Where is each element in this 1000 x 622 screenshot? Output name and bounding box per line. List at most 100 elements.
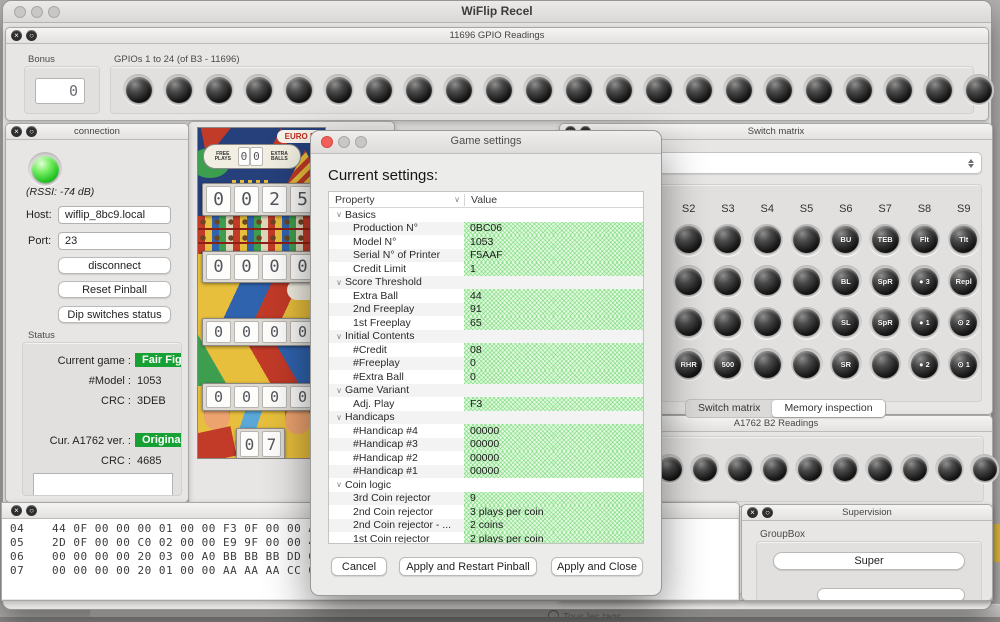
settings-item-row[interactable]: #Handicap #400000 xyxy=(329,424,643,438)
switch-button[interactable]: SR xyxy=(832,351,859,378)
close-icon[interactable]: × xyxy=(11,505,22,516)
value-cell[interactable]: 44 xyxy=(464,289,643,303)
disconnect-button[interactable]: disconnect xyxy=(58,257,171,274)
value-cell[interactable]: 0 xyxy=(464,370,643,384)
switch-button[interactable]: SpR xyxy=(872,268,899,295)
switch-button[interactable]: RHR xyxy=(675,351,702,378)
switch-button[interactable]: ● 2 xyxy=(911,351,938,378)
value-cell[interactable]: 0 xyxy=(464,357,643,371)
switch-button[interactable] xyxy=(754,309,781,336)
reset-pinball-button[interactable]: Reset Pinball xyxy=(58,281,171,298)
switch-button[interactable] xyxy=(872,351,899,378)
switch-button[interactable]: Flt xyxy=(911,226,938,253)
partial-button[interactable] xyxy=(817,588,965,601)
value-cell[interactable]: 08 xyxy=(464,343,643,357)
switch-button[interactable]: Repl xyxy=(950,268,977,295)
switch-button[interactable]: ⊙ 1 xyxy=(950,351,977,378)
switch-button[interactable]: BU xyxy=(832,226,859,253)
switch-button[interactable]: ● 1 xyxy=(911,309,938,336)
port-input[interactable]: 23 xyxy=(58,232,171,250)
settings-group-row[interactable]: ∨Game Variant xyxy=(329,384,643,398)
settings-group-row[interactable]: ∨Coin logic xyxy=(329,478,643,492)
value-cell[interactable]: F3 xyxy=(464,397,643,411)
host-input[interactable]: wiflip_8bc9.local xyxy=(58,206,171,224)
switch-button[interactable]: Tlt xyxy=(950,226,977,253)
switch-button[interactable]: 500 xyxy=(714,351,741,378)
settings-group-row[interactable]: ∨Basics xyxy=(329,208,643,222)
value-cell[interactable]: 65 xyxy=(464,316,643,330)
value-cell[interactable]: 00000 xyxy=(464,465,643,479)
switch-button[interactable] xyxy=(793,268,820,295)
value-cell[interactable]: 91 xyxy=(464,303,643,317)
group-collapse-chevron-icon[interactable]: ∨ xyxy=(333,332,345,341)
settings-item-row[interactable]: #Credit08 xyxy=(329,343,643,357)
value-cell[interactable]: 00000 xyxy=(464,451,643,465)
settings-item-row[interactable]: #Handicap #200000 xyxy=(329,451,643,465)
value-cell[interactable]: 2 coins xyxy=(464,519,643,533)
settings-item-row[interactable]: Serial N° of PrinterF5AAF xyxy=(329,249,643,263)
settings-item-row[interactable]: 2nd Coin rejector3 plays per coin xyxy=(329,505,643,519)
switch-button[interactable] xyxy=(714,268,741,295)
switch-button[interactable] xyxy=(793,309,820,336)
value-cell[interactable]: 2 plays per coin xyxy=(464,532,643,544)
settings-item-row[interactable]: 2nd Freeplay91 xyxy=(329,303,643,317)
tab-memory-inspection[interactable]: Memory inspection xyxy=(772,400,884,417)
switch-button[interactable]: SL xyxy=(832,309,859,336)
value-cell[interactable]: 1053 xyxy=(464,235,643,249)
supervision-titlebar[interactable]: × ○ Supervision xyxy=(742,505,992,521)
switch-button[interactable] xyxy=(754,226,781,253)
minimize-icon[interactable]: ○ xyxy=(26,505,37,516)
settings-item-row[interactable]: #Extra Ball0 xyxy=(329,370,643,384)
switch-button[interactable] xyxy=(793,226,820,253)
dialog-titlebar[interactable]: Game settings xyxy=(311,131,661,154)
value-cell[interactable]: 1 xyxy=(464,262,643,276)
switch-button[interactable] xyxy=(793,351,820,378)
main-titlebar[interactable]: WiFlip Recel xyxy=(3,1,991,23)
switch-button[interactable]: TEB xyxy=(872,226,899,253)
group-collapse-chevron-icon[interactable]: ∨ xyxy=(333,480,345,489)
status-textbox[interactable] xyxy=(33,473,173,496)
switch-button[interactable] xyxy=(675,268,702,295)
switch-button[interactable]: SpR xyxy=(872,309,899,336)
settings-item-row[interactable]: 1st Freeplay65 xyxy=(329,316,643,330)
switch-button[interactable] xyxy=(714,309,741,336)
settings-item-row[interactable]: 2nd Coin rejector - ...2 coins xyxy=(329,519,643,533)
cancel-button[interactable]: Cancel xyxy=(331,557,387,576)
value-cell[interactable]: 00000 xyxy=(464,438,643,452)
value-cell[interactable]: 9 xyxy=(464,492,643,506)
value-column-header[interactable]: Value xyxy=(465,194,643,206)
settings-item-row[interactable]: Credit Limit1 xyxy=(329,262,643,276)
value-cell[interactable]: 3 plays per coin xyxy=(464,505,643,519)
switch-button[interactable] xyxy=(754,351,781,378)
settings-group-row[interactable]: ∨Score Threshold xyxy=(329,276,643,290)
settings-item-row[interactable]: Production N°0BC06 xyxy=(329,222,643,236)
dip-switches-button[interactable]: Dip switches status xyxy=(58,306,171,323)
settings-item-row[interactable]: #Handicap #100000 xyxy=(329,465,643,479)
settings-group-row[interactable]: ∨Initial Contents xyxy=(329,330,643,344)
group-collapse-chevron-icon[interactable]: ∨ xyxy=(333,413,345,422)
switch-button[interactable] xyxy=(675,309,702,336)
apply-close-button[interactable]: Apply and Close xyxy=(551,557,643,576)
group-collapse-chevron-icon[interactable]: ∨ xyxy=(333,278,345,287)
settings-item-row[interactable]: Adj. PlayF3 xyxy=(329,397,643,411)
settings-group-row[interactable]: ∨Handicaps xyxy=(329,411,643,425)
tab-switch-matrix[interactable]: Switch matrix xyxy=(686,400,772,417)
value-cell[interactable]: F5AAF xyxy=(464,249,643,263)
property-column-header[interactable]: Property∨ xyxy=(329,194,465,206)
switch-button[interactable] xyxy=(675,226,702,253)
settings-item-row[interactable]: 3rd Coin rejector9 xyxy=(329,492,643,506)
switch-button[interactable]: ● 3 xyxy=(911,268,938,295)
switch-button[interactable]: BL xyxy=(832,268,859,295)
group-collapse-chevron-icon[interactable]: ∨ xyxy=(333,210,345,219)
settings-item-row[interactable]: Model N°1053 xyxy=(329,235,643,249)
super-button[interactable]: Super xyxy=(773,552,965,570)
connection-titlebar[interactable]: × ○ connection xyxy=(6,124,188,140)
group-collapse-chevron-icon[interactable]: ∨ xyxy=(333,386,345,395)
apply-restart-button[interactable]: Apply and Restart Pinball xyxy=(399,557,537,576)
settings-item-row[interactable]: 1st Coin rejector2 plays per coin xyxy=(329,532,643,544)
settings-item-row[interactable]: #Freeplay0 xyxy=(329,357,643,371)
value-cell[interactable]: 00000 xyxy=(464,424,643,438)
gpio-titlebar[interactable]: × ○ 11696 GPIO Readings xyxy=(6,28,988,44)
switch-button[interactable] xyxy=(754,268,781,295)
switch-button[interactable] xyxy=(714,226,741,253)
